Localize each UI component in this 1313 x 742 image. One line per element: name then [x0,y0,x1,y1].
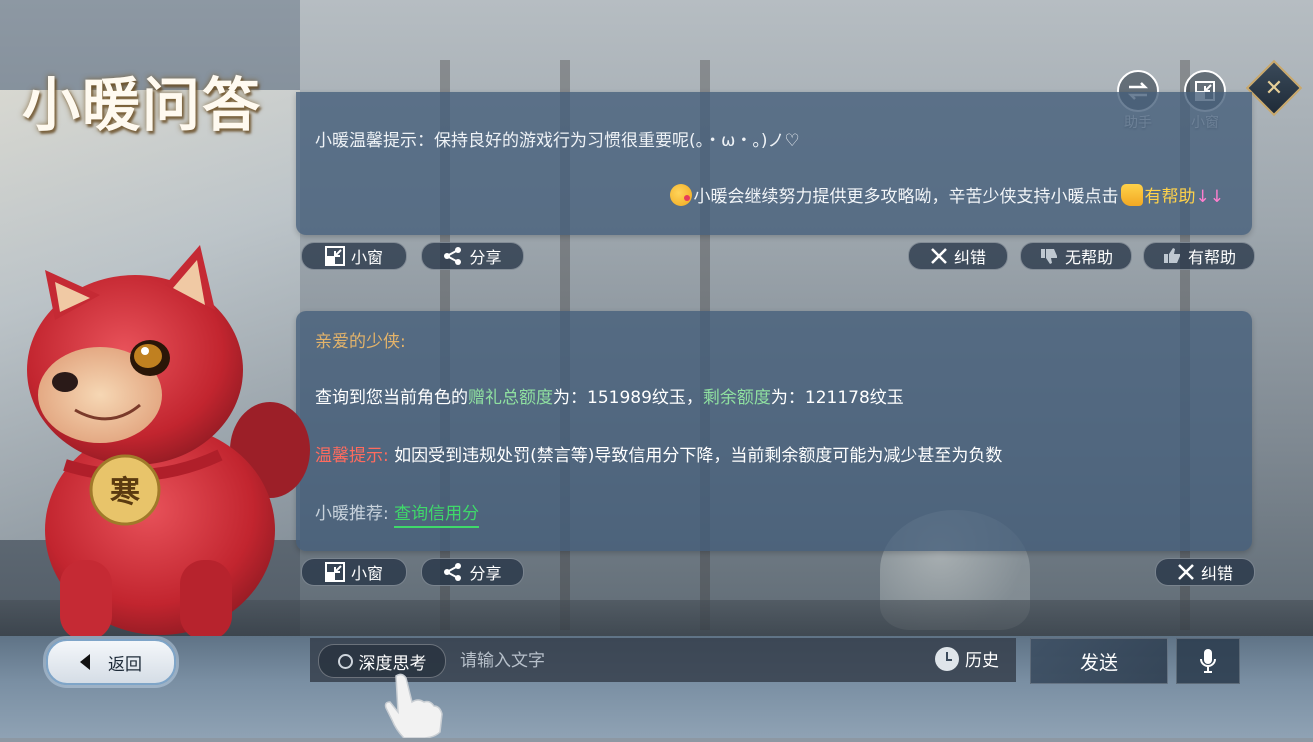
helpful-highlight: 有帮助 [1144,187,1196,207]
share-icon [444,247,462,265]
share-icon [444,563,462,581]
tip-label: 温馨提示: [315,446,389,466]
thumbs-up-icon [1163,248,1180,263]
message-card: 小暖温馨提示：保持良好的游戏行为习惯很重要呢(。・ω・。)ノ♡ 小暖会继续努力提… [296,92,1252,235]
mini-window-icon [324,246,345,266]
x-icon [931,248,947,264]
blush-emoji-icon [669,184,692,206]
share-label: 分享 [469,248,502,267]
thumbs-up-emoji-icon [1120,184,1143,206]
mini-window-button[interactable]: 小窗 [301,558,407,586]
correct-label: 纠错 [1200,564,1233,583]
tip-content: 如因受到违规处罚(禁言等)导致信用分下降，当前剩余额度可能为减少甚至为负数 [394,446,1003,466]
not-helpful-label: 无帮助 [1064,248,1113,267]
tip-text: 温馨提示: 如因受到违规处罚(禁言等)导致信用分下降，当前剩余额度可能为减少甚至… [315,441,1002,466]
deep-think-label: 深度思考 [358,653,427,674]
mini-window-label: 小窗 [350,564,383,583]
share-button[interactable]: 分享 [421,242,524,270]
mini-window-label: 小窗 [350,248,383,267]
not-helpful-button[interactable]: 无帮助 [1020,242,1132,270]
microphone-button[interactable] [1176,638,1240,684]
correct-button[interactable]: 纠错 [908,242,1008,270]
gift-total-value: 为：151989纹玉， [553,388,703,408]
recommend-text: 小暖推荐: 查询信用分 [315,499,480,528]
remaining-value: 为：121178纹玉 [770,388,904,408]
back-button[interactable]: 返回 [46,639,176,685]
send-button[interactable]: 发送 [1030,638,1168,684]
message-text: 小暖会继续努力提供更多攻略呦，辛苦少侠支持小暖点击 有帮助↓↓ [669,182,1225,207]
microphone-icon [1200,649,1216,673]
query-prefix: 查询到您当前角色的 [315,388,468,408]
mascot-dog-image: 寒 [15,240,315,650]
back-label: 返回 [108,654,142,675]
close-icon: ✕ [1264,75,1284,101]
message-text: 小暖温馨提示：保持良好的游戏行为习惯很重要呢(。・ω・。)ノ♡ [315,131,800,151]
query-result-text: 查询到您当前角色的赠礼总额度为：151989纹玉，剩余额度为：121178纹玉 [315,383,904,408]
recommend-label: 小暖推荐: [315,504,389,524]
history-label: 历史 [965,651,999,671]
send-label: 发送 [1079,651,1118,674]
message-text-segment: 小暖会继续努力提供更多攻略呦，辛苦少侠支持小暖点击 [693,187,1119,207]
x-icon [1178,564,1194,580]
mascot-tag-text: 寒 [110,475,140,510]
gift-total-label: 赠礼总额度 [468,388,553,408]
check-credit-link[interactable]: 查询信用分 [394,504,480,528]
radio-icon [337,653,353,669]
correct-button[interactable]: 纠错 [1155,558,1255,586]
share-button[interactable]: 分享 [421,558,524,586]
mini-window-button[interactable]: 小窗 [301,242,407,270]
back-arrow-icon [80,654,90,670]
helpful-label: 有帮助 [1187,248,1236,267]
app-title: 小暖问答 [22,71,263,139]
share-label: 分享 [469,564,502,583]
remaining-label: 剩余额度 [702,388,771,408]
thumbs-down-icon [1040,249,1057,264]
message-card: 亲爱的少侠: 查询到您当前角色的赠礼总额度为：151989纹玉，剩余额度为：12… [296,311,1252,551]
greeting-text: 亲爱的少侠: [315,332,406,352]
history-button[interactable]: 历史 [935,646,999,671]
helpful-button[interactable]: 有帮助 [1143,242,1255,270]
pointer-hand-icon [382,672,446,742]
message-input[interactable] [458,646,922,676]
mini-window-icon [324,562,345,582]
clock-icon [935,646,959,671]
down-arrows-icon: ↓↓ [1195,187,1225,207]
correct-label: 纠错 [953,248,986,267]
